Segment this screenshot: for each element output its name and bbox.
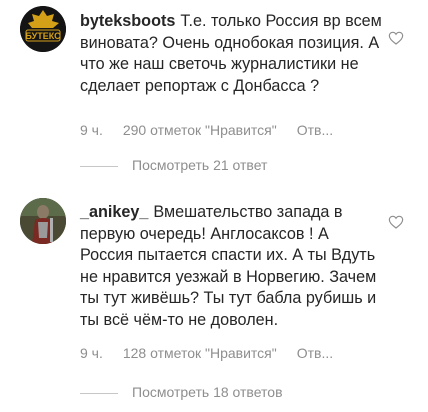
divider-line	[80, 392, 118, 394]
likes-count[interactable]: 128 отметок "Нравится"	[123, 345, 277, 361]
view-replies-button[interactable]: Посмотреть 21 ответ	[80, 157, 267, 173]
heart-icon[interactable]	[388, 214, 404, 230]
heart-icon[interactable]	[388, 30, 404, 46]
avatar[interactable]	[20, 198, 66, 244]
username[interactable]: _anikey_	[80, 203, 148, 221]
reply-button[interactable]: Отв...	[297, 345, 333, 361]
svg-text:БУТЕКС: БУТЕКС	[25, 31, 61, 41]
view-replies-button[interactable]: Посмотреть 18 ответов	[80, 384, 283, 400]
comment-time[interactable]: 9 ч.	[80, 122, 103, 138]
likes-count[interactable]: 290 отметок "Нравится"	[123, 122, 277, 138]
view-replies-label: Посмотреть 21 ответ	[132, 157, 268, 173]
divider-line	[80, 165, 118, 167]
comment-body: Вмешательство запада в первую очередь! А…	[80, 203, 377, 329]
comment-meta: 9 ч. 290 отметок "Нравится" Отв...	[80, 122, 333, 138]
comment-text: byteksboots Т.е. только Россия вр всем ви…	[80, 11, 385, 97]
comment-time[interactable]: 9 ч.	[80, 345, 103, 361]
avatar[interactable]: БУТЕКС	[20, 6, 66, 52]
reply-button[interactable]: Отв...	[297, 122, 333, 138]
comment-meta: 9 ч. 128 отметок "Нравится" Отв...	[80, 345, 333, 361]
username[interactable]: byteksboots	[80, 12, 175, 30]
view-replies-label: Посмотреть 18 ответов	[132, 384, 283, 400]
comment-text: _anikey_ Вмешательство запада в первую оч…	[80, 202, 385, 331]
knight-avatar-icon	[20, 198, 66, 244]
byteks-logo-icon: БУТЕКС	[20, 6, 66, 52]
